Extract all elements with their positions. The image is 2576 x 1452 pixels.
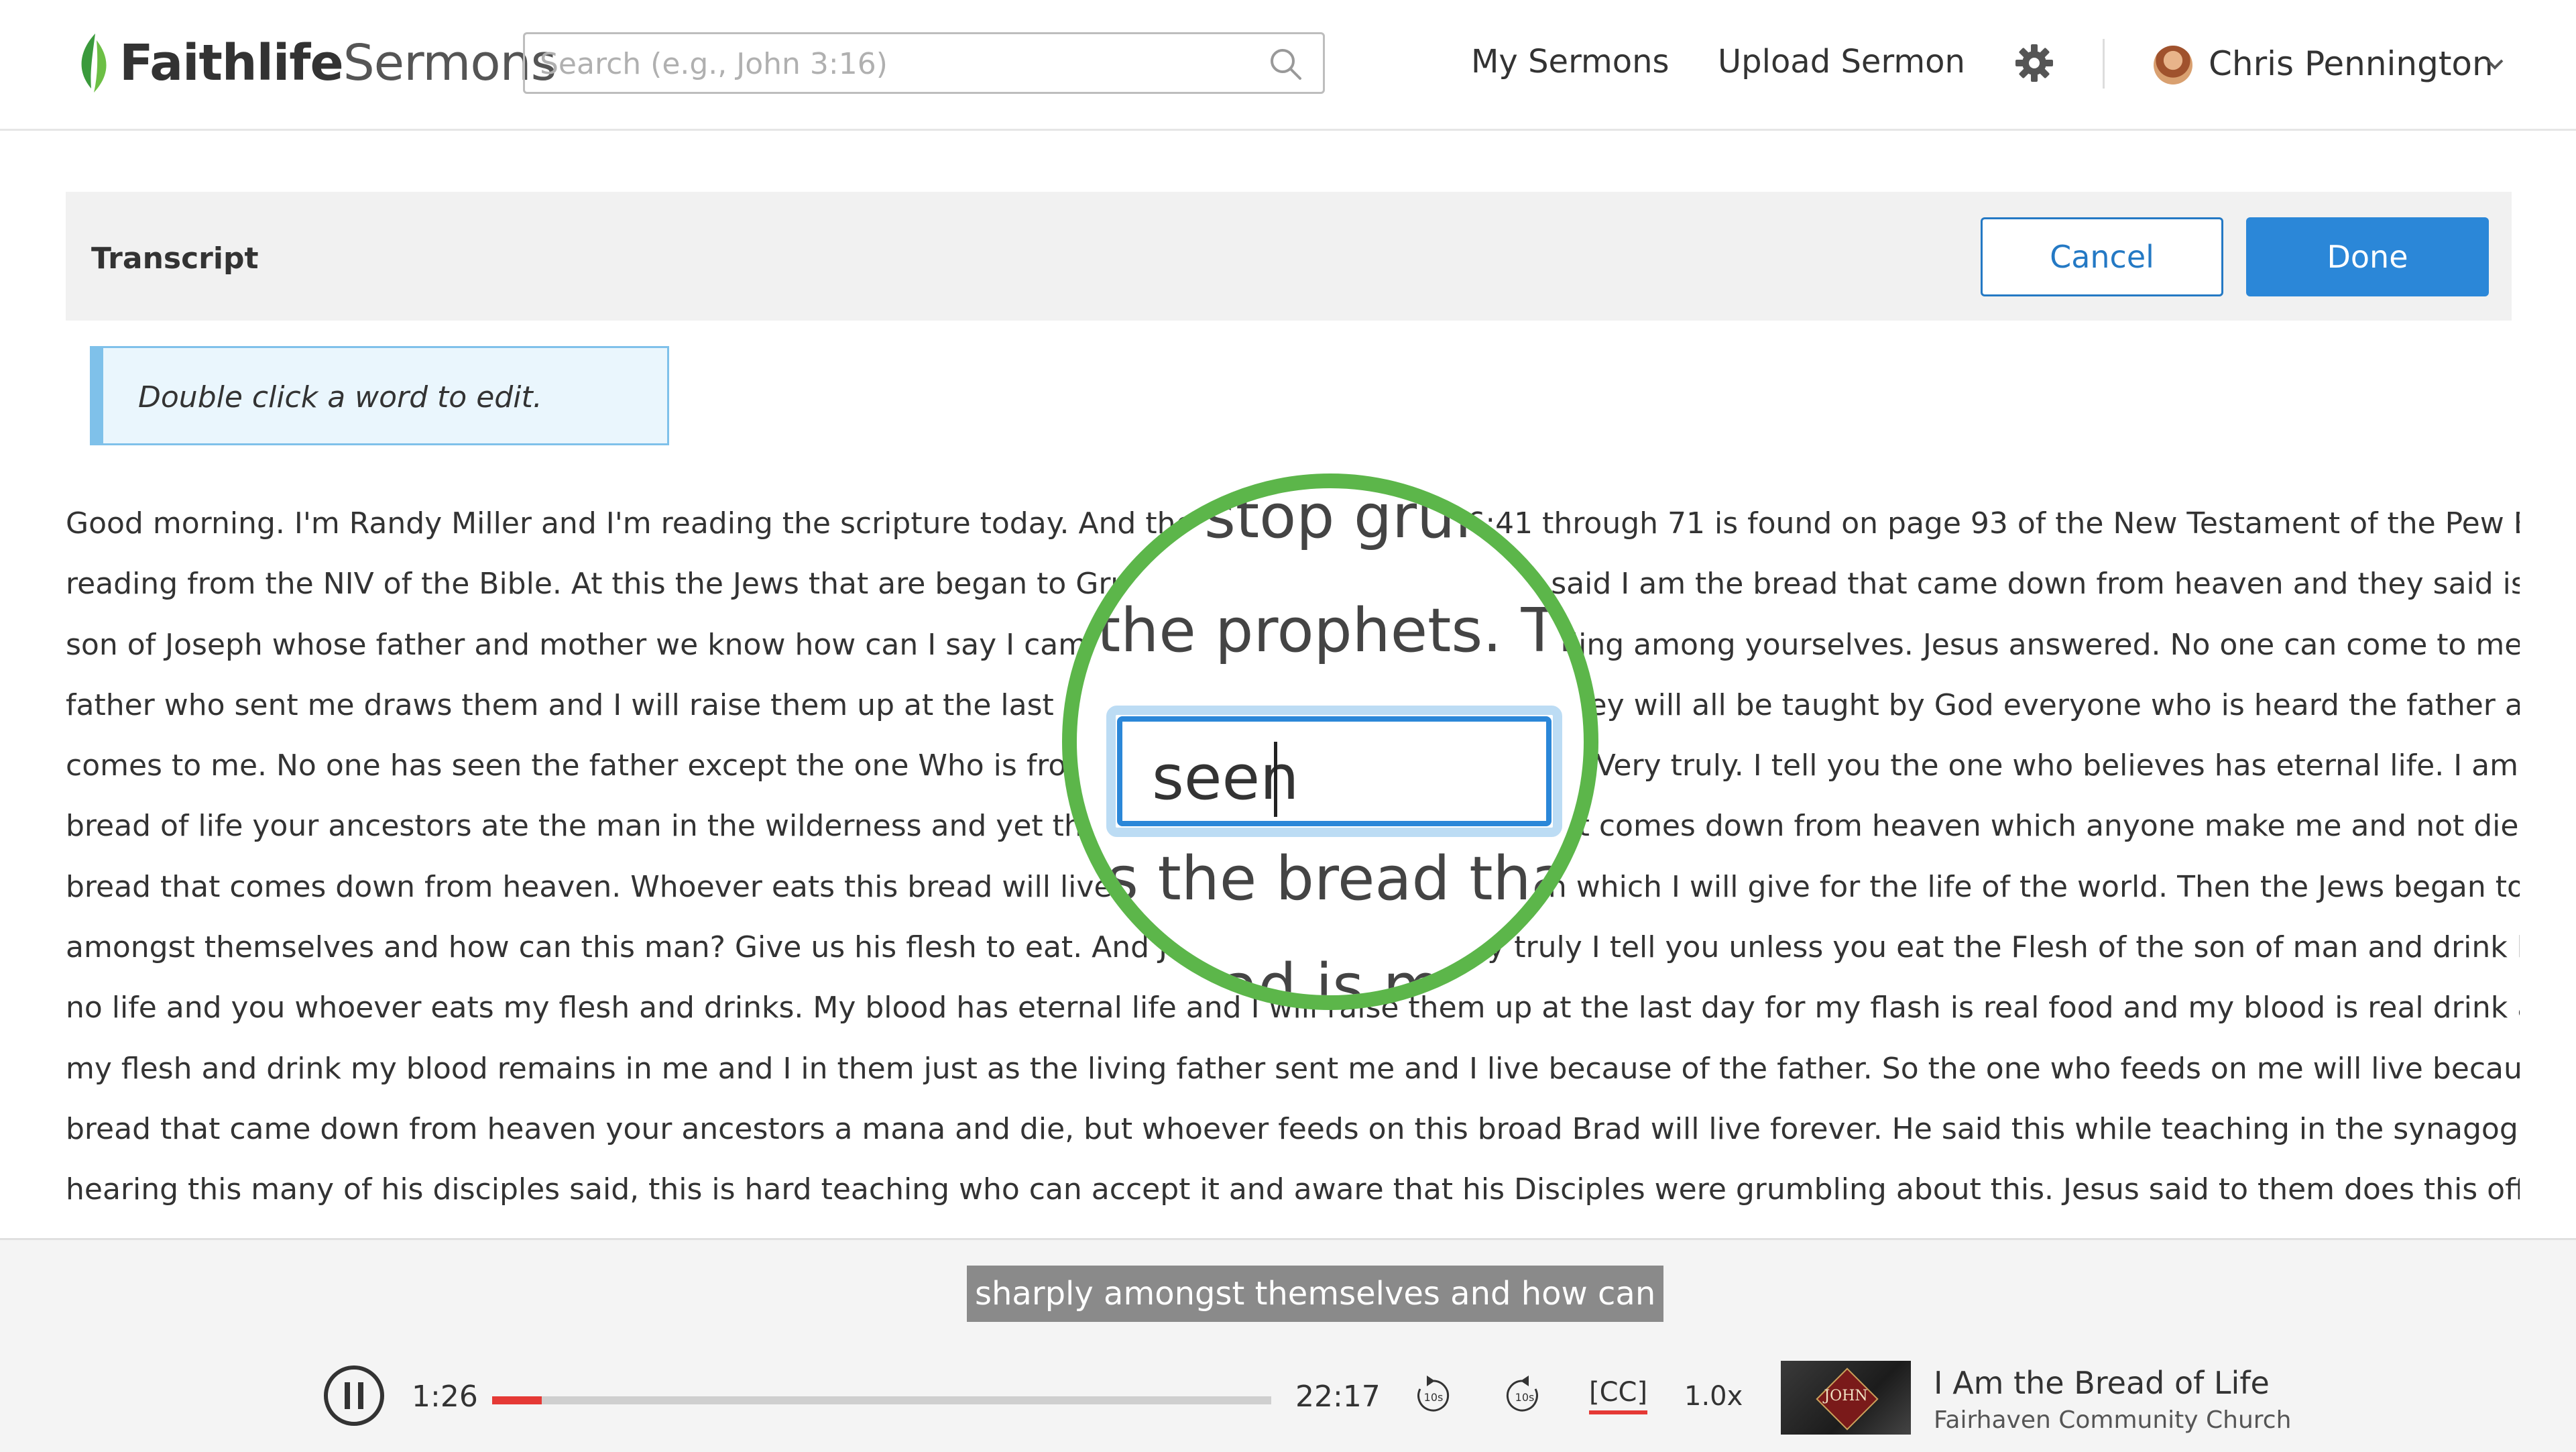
header-divider — [2103, 39, 2105, 89]
magnified-line: the prophets. They — [1097, 596, 1596, 666]
transcript-line[interactable]: What if you see the son of man Ascend to… — [66, 1221, 2520, 1238]
leaf-icon — [81, 34, 107, 93]
nav-upload-sermon[interactable]: Upload Sermon — [1718, 43, 1965, 80]
top-header: FaithlifeSermons My Sermons Upload Sermo… — [0, 0, 2576, 131]
search-icon[interactable] — [1268, 46, 1303, 81]
closed-captions-toggle[interactable]: [CC] — [1589, 1377, 1648, 1414]
nav-my-sermons[interactable]: My Sermons — [1471, 43, 1670, 80]
skip-back-label: 10s — [1424, 1391, 1444, 1404]
church-name[interactable]: Fairhaven Community Church — [1934, 1406, 2291, 1434]
search-box — [523, 32, 1325, 94]
transcript-toolbar: Transcript Cancel Done — [66, 192, 2512, 321]
chevron-down-icon[interactable] — [2485, 56, 2505, 72]
transcript-line[interactable]: my flesh and drink my blood remains in m… — [66, 1039, 2520, 1099]
user-name[interactable]: Chris Pennington — [2209, 44, 2494, 83]
avatar[interactable] — [2154, 46, 2192, 85]
magnified-line: stop grum — [1204, 482, 1514, 552]
progress-bar[interactable] — [492, 1396, 1271, 1404]
cancel-button[interactable]: Cancel — [1981, 217, 2223, 296]
caption-text: sharply amongst themselves and how can — [967, 1266, 1664, 1322]
pause-icon[interactable] — [322, 1363, 386, 1428]
edit-hint: Double click a word to edit. — [90, 346, 669, 445]
transcript-title: Transcript — [91, 241, 259, 276]
playback-speed[interactable]: 1.0x — [1684, 1381, 1743, 1412]
search-input[interactable] — [538, 34, 1252, 93]
sermon-thumbnail[interactable]: JOHN — [1781, 1361, 1911, 1435]
magnified-line: is the bread that c — [1090, 844, 1598, 914]
gear-icon[interactable] — [2014, 43, 2054, 83]
skip-forward-icon[interactable]: 10s — [1501, 1374, 1543, 1417]
text-caret — [1274, 742, 1277, 817]
zoom-magnifier: stop grum the prophets. They is the brea… — [1062, 473, 1598, 1010]
transcript-line[interactable]: hearing this many of his disciples said,… — [66, 1160, 2520, 1220]
episode-title[interactable]: I Am the Bread of Life — [1934, 1365, 2270, 1401]
skip-forward-label: 10s — [1515, 1391, 1535, 1404]
current-time: 1:26 — [412, 1380, 478, 1414]
transcript-line[interactable]: bread that came down from heaven your an… — [66, 1099, 2520, 1160]
audio-player: sharply amongst themselves and how can 1… — [0, 1238, 2576, 1452]
done-button[interactable]: Done — [2246, 217, 2489, 296]
duration: 22:17 — [1295, 1380, 1381, 1414]
skip-back-icon[interactable]: 10s — [1412, 1374, 1455, 1417]
progress-fill — [492, 1396, 542, 1404]
thumbnail-label: JOHN — [1824, 1388, 1868, 1404]
faithlife-sermons-logo[interactable]: FaithlifeSermons — [72, 30, 557, 97]
edit-hint-text: Double click a word to edit. — [138, 380, 542, 414]
logo-text-primary: Faithlife — [119, 34, 344, 92]
word-edit-field[interactable]: seen — [1106, 706, 1562, 837]
